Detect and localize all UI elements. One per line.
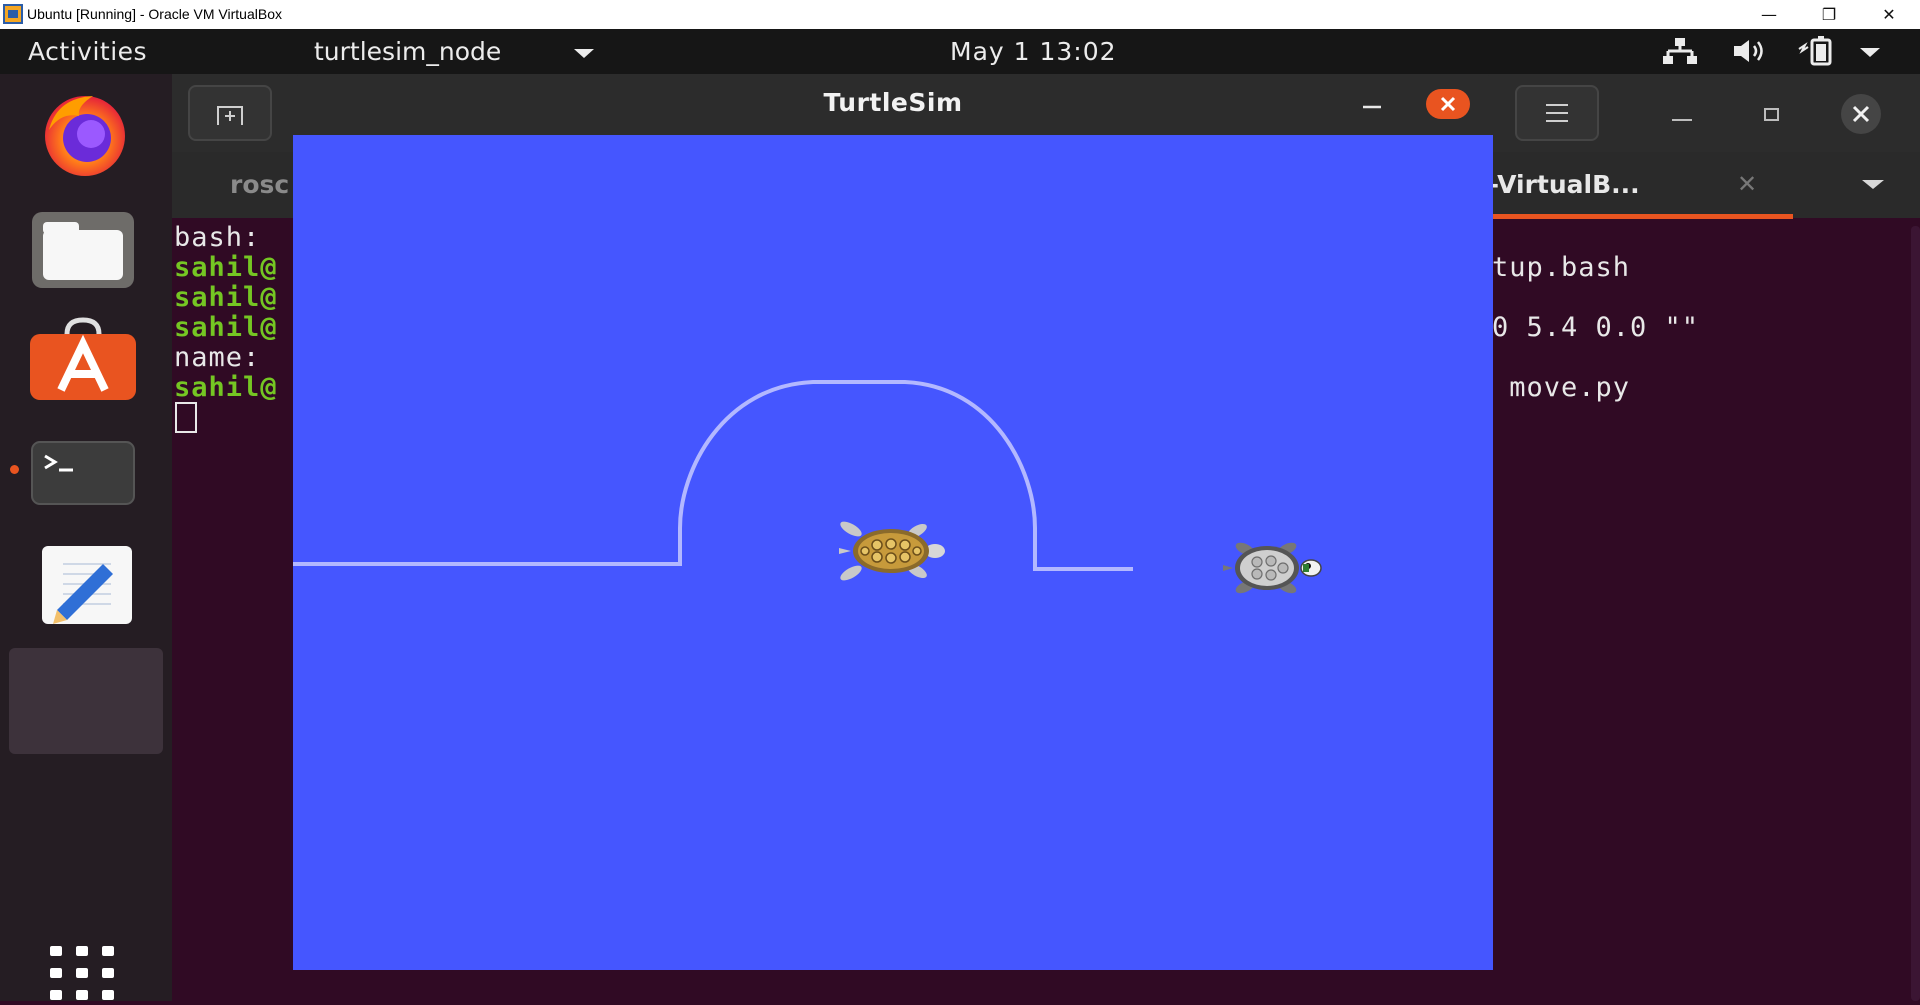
host-restore-button[interactable]: ❐: [1800, 0, 1858, 29]
terminal-menu-button[interactable]: [1515, 85, 1599, 141]
terminal-line-fragment: tup.bash: [1492, 252, 1631, 283]
firefox-icon[interactable]: [27, 90, 139, 178]
terminal-prompt: sahil@: [174, 372, 278, 403]
terminal-tab-1[interactable]: rosc: [230, 170, 289, 199]
volume-icon[interactable]: [1732, 37, 1770, 65]
terminal-maximize-button[interactable]: [1752, 94, 1792, 134]
new-tab-button[interactable]: [188, 85, 272, 141]
host-window-titlebar: Ubuntu [Running] - Oracle VM VirtualBox …: [0, 0, 1920, 29]
app-menu-button[interactable]: turtlesim_node: [314, 37, 501, 66]
tabs-menu-arrow-icon[interactable]: [1862, 180, 1884, 189]
ubuntu-software-icon[interactable]: [27, 314, 139, 402]
hamburger-icon: [1546, 104, 1568, 122]
turtlesim-window: TurtleSim: [293, 74, 1493, 970]
text-editor-icon[interactable]: [27, 544, 139, 632]
activities-button[interactable]: Activities: [28, 37, 147, 66]
active-tab-indicator: [1470, 214, 1793, 219]
terminal-line-fragment: move.py: [1492, 372, 1631, 403]
turtlesim-titlebar[interactable]: TurtleSim: [293, 74, 1493, 135]
terminal-cursor: [175, 402, 197, 433]
terminal-tab-2[interactable]: l-VirtualB...: [1480, 170, 1640, 199]
host-close-button[interactable]: ✕: [1860, 0, 1918, 29]
terminal-line-fragment: 0 5.4 0.0 "": [1492, 312, 1700, 343]
tab-close-icon[interactable]: ✕: [1737, 170, 1757, 198]
terminal-close-button[interactable]: [1837, 90, 1885, 138]
turtlesim-close-button[interactable]: [1426, 89, 1470, 119]
terminal-icon[interactable]: [27, 436, 139, 524]
app-menu-arrow-icon[interactable]: [574, 49, 594, 58]
dock: [0, 74, 172, 1001]
ubuntu-top-bar: Activities turtlesim_node May 1 13:02: [0, 29, 1920, 74]
terminal-minimize-button[interactable]: [1662, 94, 1702, 134]
turtlesim-title: TurtleSim: [823, 88, 963, 117]
network-icon[interactable]: [1660, 36, 1700, 66]
show-applications-icon[interactable]: [50, 946, 122, 1001]
terminal-line: name:: [174, 342, 261, 373]
host-minimize-button[interactable]: —: [1740, 0, 1798, 29]
virtualbox-icon: [3, 4, 23, 24]
active-app-slot[interactable]: [9, 648, 163, 754]
host-window-title: Ubuntu [Running] - Oracle VM VirtualBox: [27, 6, 282, 22]
files-icon[interactable]: [27, 206, 139, 294]
terminal-prompt: sahil@: [174, 252, 278, 283]
battery-icon[interactable]: [1796, 35, 1836, 67]
close-icon: [1440, 96, 1456, 112]
turtlesim-canvas[interactable]: [293, 135, 1493, 970]
terminal-prompt: sahil@: [174, 312, 278, 343]
terminal-prompt: sahil@: [174, 282, 278, 313]
terminal-line: bash:: [174, 222, 261, 253]
clock[interactable]: May 1 13:02: [950, 37, 1117, 66]
new-tab-icon: [217, 106, 243, 125]
terminal-running-indicator: [10, 465, 19, 474]
system-menu-arrow-icon[interactable]: [1860, 48, 1880, 57]
turtlesim-minimize-button[interactable]: [1357, 90, 1387, 120]
terminal-scrollbar[interactable]: [1911, 226, 1920, 1001]
